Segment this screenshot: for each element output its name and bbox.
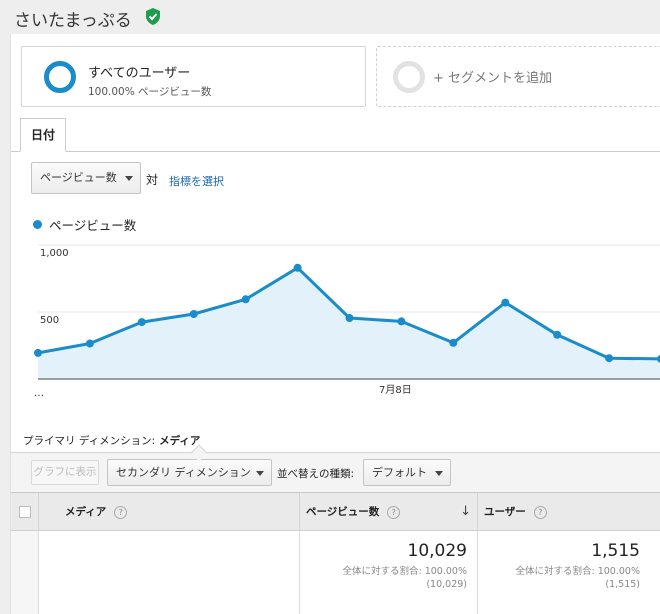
data-point[interactable] xyxy=(501,298,510,307)
totals-pageviews: 10,029 xyxy=(407,541,467,561)
data-point[interactable] xyxy=(449,338,458,347)
chevron-down-icon xyxy=(125,176,133,181)
pageviews-chart[interactable]: 1,000 500 … 7月8日 xyxy=(11,234,660,404)
header-checkbox-cell xyxy=(11,493,39,531)
column-header-users[interactable]: ユーザー? xyxy=(478,493,660,531)
data-point[interactable] xyxy=(34,348,42,357)
x-tick-label-jul8: 7月8日 xyxy=(379,384,412,396)
legend-label: ページビュー数 xyxy=(49,218,137,233)
site-title: さいたまっぷる xyxy=(14,11,132,31)
metric-select[interactable]: ページビュー数 xyxy=(31,162,141,194)
tab-divider xyxy=(11,151,660,152)
data-point[interactable] xyxy=(189,310,198,318)
segment-ring-icon xyxy=(44,61,76,93)
y-tick-label-500: 500 xyxy=(40,315,59,326)
data-point[interactable] xyxy=(345,314,354,322)
y-tick-label-1000: 1,000 xyxy=(40,248,69,259)
segment-all-users[interactable]: すべてのユーザー 100.00% ページビュー数 xyxy=(21,46,366,107)
x-tick-label-start: … xyxy=(34,388,44,399)
legend-dot-icon xyxy=(33,220,42,229)
metric-select-value: ページビュー数 xyxy=(40,171,117,184)
chevron-down-icon xyxy=(256,470,264,476)
totals-users-pct-sub: (1,515) xyxy=(605,579,640,590)
sort-type-value: デフォルト xyxy=(372,466,427,479)
report-panel: すべてのユーザー 100.00% ページビュー数 + セグメントを追加 日付 ペ… xyxy=(10,34,660,614)
segment-name: すべてのユーザー xyxy=(88,66,191,81)
data-point[interactable] xyxy=(553,330,562,339)
totals-check-cell xyxy=(11,531,39,614)
segment-subtitle: 100.00% ページビュー数 xyxy=(88,86,212,98)
help-icon[interactable]: ? xyxy=(533,505,547,519)
totals-users: 1,515 xyxy=(591,541,640,561)
empty-segment-ring-icon xyxy=(393,61,425,93)
select-metric-link[interactable]: 指標を選択 xyxy=(169,173,224,189)
column-header-pageviews-label: ページビュー数 xyxy=(306,506,380,518)
totals-pageviews-pct: 全体に対する割合: 100.00% xyxy=(342,566,468,577)
column-header-media-label: メディア xyxy=(65,506,107,518)
data-point[interactable] xyxy=(605,354,614,363)
select-all-checkbox[interactable] xyxy=(19,506,31,518)
sort-descending-icon[interactable]: ↓ xyxy=(460,493,471,531)
header: さいたまっぷる xyxy=(0,0,660,34)
help-icon[interactable]: ? xyxy=(114,505,128,519)
series-area xyxy=(38,267,660,379)
primary-dimension-value[interactable]: メディア xyxy=(159,435,200,447)
tab-date[interactable]: 日付 xyxy=(20,118,66,152)
totals-pageviews-cell: 10,029 全体に対する割合: 100.00% (10,029) xyxy=(300,531,478,614)
sort-type-label: 並べ替えの種類: xyxy=(277,468,355,480)
primary-dimension-label: プライマリ ディメンション: xyxy=(23,435,156,447)
plot-rows-button[interactable]: グラフに表示 xyxy=(31,460,99,485)
column-header-users-label: ユーザー xyxy=(484,506,526,518)
data-point[interactable] xyxy=(397,317,406,326)
versus-label: 対 xyxy=(146,173,159,187)
table-toolbar: グラフに表示 セカンダリ ディメンション 並べ替えの種類: デフォルト xyxy=(11,452,660,492)
column-header-media[interactable]: メディア? xyxy=(39,493,300,531)
primary-dimension: プライマリ ディメンション: メディア xyxy=(23,433,200,448)
totals-users-pct: 全体に対する割合: 100.00% xyxy=(515,566,641,577)
data-point[interactable] xyxy=(293,263,302,272)
secondary-dimension-label: セカンダリ ディメンション xyxy=(116,466,251,479)
data-table: メディア? ページビュー数? ↓ ユーザー? 10,029 全体に対する割合: … xyxy=(11,492,660,614)
data-point[interactable] xyxy=(85,339,94,348)
data-point[interactable] xyxy=(241,295,250,304)
column-header-pageviews[interactable]: ページビュー数? ↓ xyxy=(300,493,478,531)
totals-pageviews-pct-sub: (10,029) xyxy=(426,579,467,590)
chevron-down-icon xyxy=(435,470,443,476)
data-point[interactable] xyxy=(137,318,146,327)
sort-type-select[interactable]: デフォルト xyxy=(363,459,451,486)
add-segment-label: + セグメントを追加 xyxy=(433,71,553,86)
verified-shield-icon xyxy=(146,8,160,25)
help-icon[interactable]: ? xyxy=(387,505,401,519)
secondary-dimension-select[interactable]: セカンダリ ディメンション xyxy=(107,459,272,486)
totals-users-cell: 1,515 全体に対する割合: 100.00% (1,515) xyxy=(478,531,660,614)
add-segment-button[interactable]: + セグメントを追加 xyxy=(376,46,660,107)
totals-media-cell xyxy=(39,531,300,614)
